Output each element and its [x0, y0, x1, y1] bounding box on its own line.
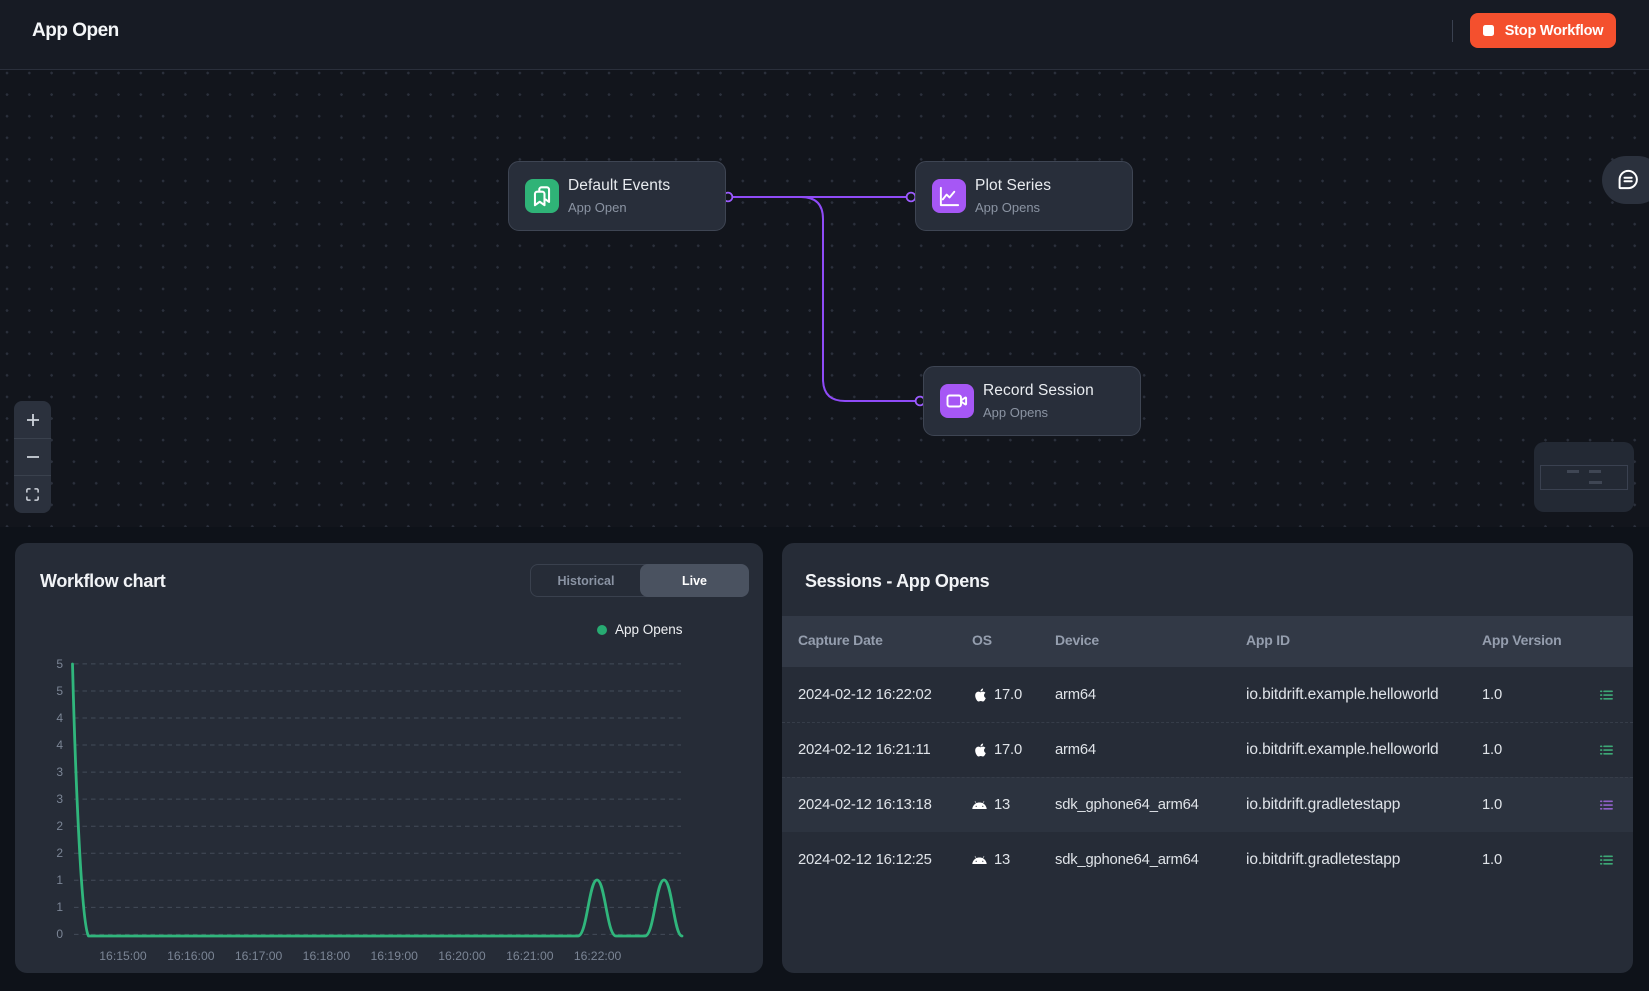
svg-text:16:16:00: 16:16:00	[167, 949, 215, 963]
svg-text:1: 1	[56, 873, 63, 887]
svg-text:4: 4	[56, 711, 63, 725]
svg-text:16:18:00: 16:18:00	[303, 949, 351, 963]
svg-text:0: 0	[56, 927, 63, 941]
svg-text:3: 3	[56, 765, 63, 779]
svg-text:16:19:00: 16:19:00	[370, 949, 418, 963]
svg-text:3: 3	[56, 792, 63, 806]
svg-text:16:17:00: 16:17:00	[235, 949, 283, 963]
svg-text:16:22:00: 16:22:00	[574, 949, 622, 963]
svg-text:16:20:00: 16:20:00	[438, 949, 486, 963]
svg-text:2: 2	[56, 846, 63, 860]
svg-text:5: 5	[56, 684, 63, 698]
svg-text:4: 4	[56, 738, 63, 752]
svg-text:16:15:00: 16:15:00	[99, 949, 147, 963]
svg-text:16:21:00: 16:21:00	[506, 949, 554, 963]
svg-text:1: 1	[56, 900, 63, 914]
svg-text:2: 2	[56, 819, 63, 833]
svg-text:5: 5	[56, 657, 63, 671]
